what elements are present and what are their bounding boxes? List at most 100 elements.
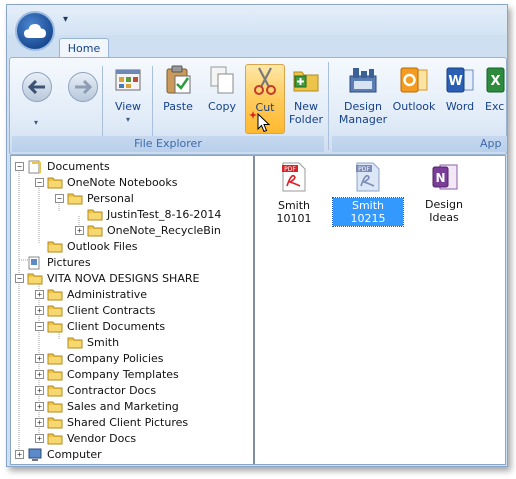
view-label: View (114, 100, 142, 113)
app-window: ▾ Home ▾ View ▾ Paste Copy Cut New Folde… (6, 4, 508, 467)
expand-icon[interactable]: + (35, 417, 44, 427)
tree-item-label: Computer (47, 447, 102, 461)
file-item[interactable]: PDF Smith 10101 (259, 162, 329, 226)
folder-icon (87, 224, 103, 237)
excel-icon: X (484, 64, 507, 96)
collapse-icon[interactable]: − (35, 177, 44, 187)
folder-icon (47, 304, 63, 317)
view-dropdown-icon: ▾ (125, 115, 130, 124)
tree-item[interactable]: + Company Templates (35, 366, 179, 382)
tree-item[interactable]: Smith (55, 334, 119, 350)
tree-item[interactable]: Outlook Files (35, 238, 137, 254)
view-icon (112, 64, 144, 96)
quick-access-toolbar-dropdown[interactable]: ▾ (63, 14, 68, 25)
explorer-content: − Documents − OneNote Notebooks − Personal Jus… (10, 155, 506, 465)
expand-icon[interactable]: + (35, 369, 44, 379)
folder-icon (67, 192, 83, 205)
collapse-icon[interactable]: − (35, 321, 44, 331)
outlook-label: Outlook (392, 100, 436, 113)
tree-item[interactable]: + Client Contracts (35, 302, 155, 318)
tree-item[interactable]: + Company Policies (35, 350, 164, 366)
group-separator (328, 62, 329, 150)
tree-item[interactable]: + Shared Client Pictures (35, 414, 188, 430)
collapse-icon[interactable]: − (55, 193, 64, 203)
folder-icon (87, 208, 103, 221)
tree-item-label: Smith (87, 335, 120, 349)
svg-text:X: X (490, 74, 500, 89)
file-list[interactable]: PDF Smith 10101 PDF Smith 10215 N Design… (257, 156, 505, 464)
pdf-icon: PDF (281, 162, 307, 192)
file-explorer-group: ▾ View ▾ Paste Copy Cut New Folder File … (12, 60, 324, 152)
tree-item-label: Administrative (67, 287, 148, 301)
tree-item-label: Documents (47, 159, 110, 173)
tree-item[interactable]: − Client Documents (35, 318, 165, 334)
applications-group-label: App (332, 136, 507, 152)
back-button[interactable] (22, 72, 52, 102)
tree-item[interactable]: Pictures (15, 254, 91, 270)
history-dropdown-icon[interactable]: ▾ (34, 118, 38, 127)
tree-item[interactable]: + Computer (15, 446, 102, 462)
folder-icon (47, 320, 63, 333)
tree-item-label: Company Policies (67, 351, 164, 365)
collapse-icon[interactable]: − (15, 161, 24, 171)
tab-home[interactable]: Home (59, 38, 109, 58)
new-folder-label-2: Folder (289, 113, 323, 126)
arrow-right-icon (75, 80, 92, 94)
expand-icon[interactable]: + (75, 225, 84, 235)
application-menu-button[interactable] (15, 11, 55, 51)
design-manager-label-2: Manager (338, 113, 388, 126)
excel-button[interactable]: X Exc (482, 64, 507, 113)
tree-item[interactable]: + Administrative (35, 286, 147, 302)
copy-button[interactable]: Copy (202, 64, 242, 113)
folder-icon (67, 336, 83, 349)
ribbon: ▾ View ▾ Paste Copy Cut New Folder File … (9, 57, 507, 155)
tree-item-label: Shared Client Pictures (67, 415, 189, 429)
tree-item-label: Pictures (47, 255, 91, 269)
pdf-icon: PDF (355, 162, 381, 192)
new-folder-button[interactable]: New Folder (288, 64, 324, 126)
copy-label: Copy (208, 100, 236, 113)
expand-icon[interactable]: + (35, 433, 44, 443)
tree-item[interactable]: − Documents (15, 158, 110, 174)
expand-icon[interactable]: + (35, 385, 44, 395)
expand-icon[interactable]: + (35, 289, 44, 299)
file-name: Smith 10215 (332, 197, 404, 227)
tree-item-label: JustinTest_8-16-2014 (107, 207, 222, 221)
word-button[interactable]: W Word (440, 64, 480, 113)
tree-item[interactable]: − VITA NOVA DESIGNS SHARE (15, 270, 199, 286)
paste-button[interactable]: Paste (158, 64, 198, 113)
view-button[interactable]: View ▾ (108, 64, 148, 126)
click-spark-icon (249, 111, 257, 119)
file-item-selected[interactable]: PDF Smith 10215 (332, 162, 404, 227)
design-manager-button[interactable]: Design Manager (338, 64, 388, 126)
cut-button[interactable]: Cut (245, 64, 285, 134)
folder-icon (27, 272, 43, 285)
file-item[interactable]: N Design Ideas (409, 162, 479, 224)
scissors-icon (249, 65, 281, 97)
expand-icon[interactable]: + (35, 401, 44, 411)
file-name: Smith 10101 (276, 199, 312, 225)
tree-item[interactable]: + Sales and Marketing (35, 398, 179, 414)
outlook-icon (398, 64, 430, 96)
tree-item[interactable]: + Vendor Docs (35, 430, 136, 446)
expand-icon[interactable]: + (35, 353, 44, 363)
tree-item[interactable]: + Contractor Docs (35, 382, 156, 398)
computer-icon (27, 448, 43, 461)
file-explorer-group-label: File Explorer (12, 136, 324, 152)
tree-item[interactable]: − Personal (55, 190, 134, 206)
tree-item[interactable]: + OneNote_RecycleBin (75, 222, 221, 238)
tree-item[interactable]: JustinTest_8-16-2014 (75, 206, 221, 222)
pictures-icon (27, 256, 43, 269)
folder-icon (47, 176, 63, 189)
tree-item[interactable]: − OneNote Notebooks (35, 174, 178, 190)
expand-icon[interactable]: + (35, 305, 44, 315)
design-manager-label-1: Design (344, 100, 382, 113)
outlook-button[interactable]: Outlook (390, 64, 438, 113)
collapse-icon[interactable]: − (15, 273, 24, 283)
cloud-icon (24, 24, 46, 38)
svg-text:W: W (448, 74, 462, 89)
expand-icon[interactable]: + (15, 449, 24, 459)
folder-tree[interactable]: − Documents − OneNote Notebooks − Personal Jus… (11, 156, 255, 464)
forward-button[interactable] (68, 72, 98, 102)
folder-icon (47, 368, 63, 381)
